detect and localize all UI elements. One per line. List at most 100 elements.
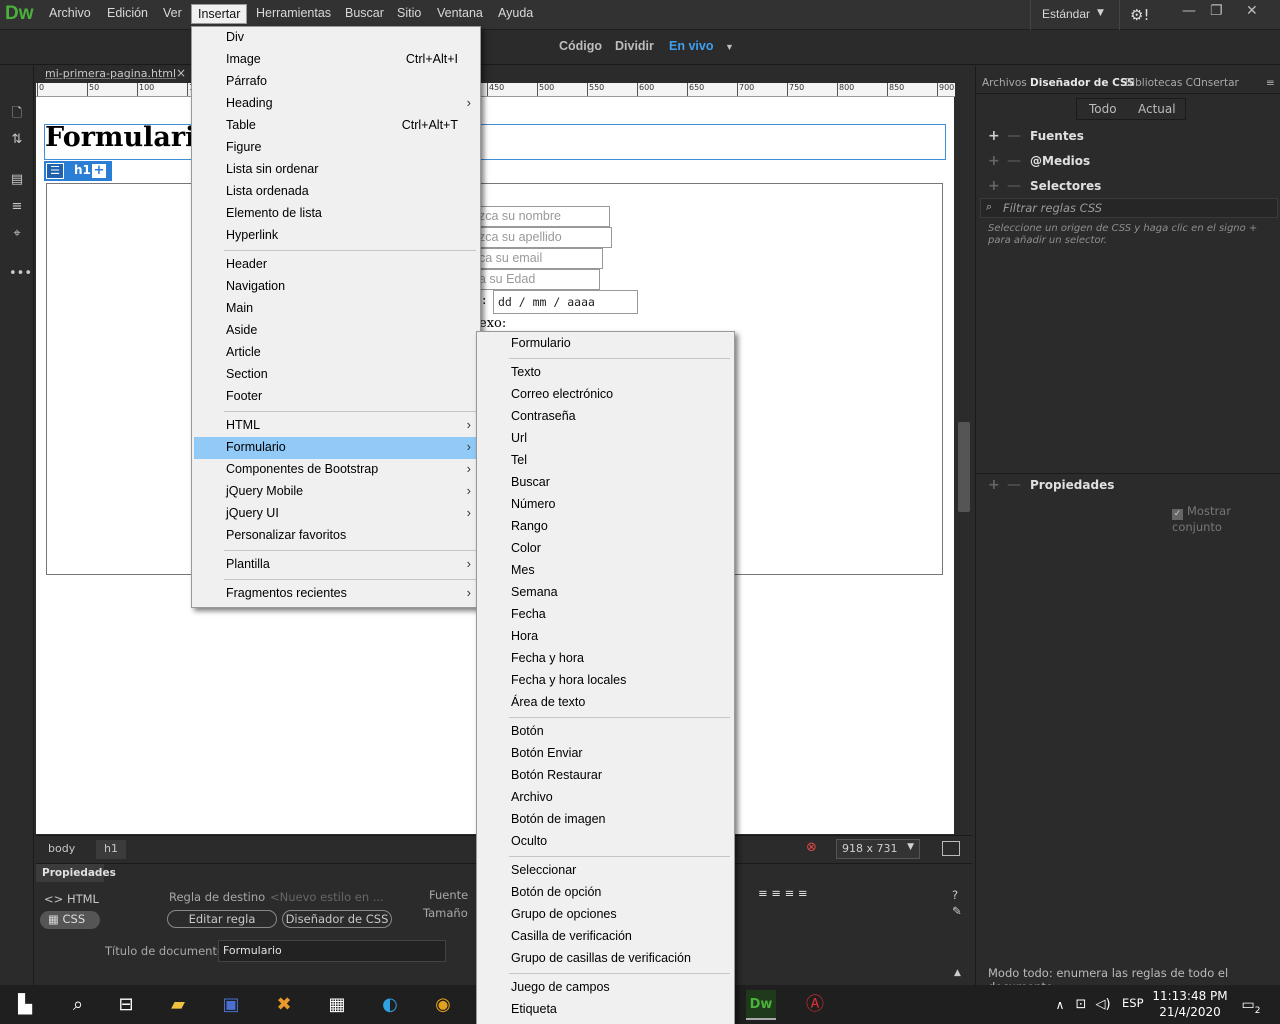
- volume-icon[interactable]: ◁): [1088, 990, 1118, 1020]
- view-dropdown-icon[interactable]: ▼: [725, 42, 734, 52]
- formulario-item-grupo-de-opciones[interactable]: Grupo de opciones: [479, 904, 732, 926]
- view-en-vivo-button[interactable]: En vivo: [669, 39, 713, 53]
- formulario-item-boton-restaurar[interactable]: Botón Restaurar: [479, 765, 732, 787]
- language-indicator[interactable]: ESP: [1122, 996, 1144, 1010]
- titulo-documento-input[interactable]: Formulario: [218, 940, 446, 962]
- formulario-item-boton-de-imagen[interactable]: Botón de imagen: [479, 809, 732, 831]
- canvas-scrollbar[interactable]: [955, 97, 972, 834]
- formulario-item-archivo[interactable]: Archivo: [479, 787, 732, 809]
- insertar-item-footer[interactable]: Footer: [194, 386, 478, 408]
- element-hud[interactable]: ☰ h1 +: [44, 161, 112, 181]
- formulario-item-hora[interactable]: Hora: [479, 626, 732, 648]
- insertar-item-navigation[interactable]: Navigation: [194, 276, 478, 298]
- formulario-item-mes[interactable]: Mes: [479, 560, 732, 582]
- search-icon[interactable]: ⌕: [63, 990, 93, 1020]
- mode-toggle[interactable]: Todo Actual: [1076, 98, 1186, 120]
- formulario-item-boton-de-opcion[interactable]: Botón de opción: [479, 882, 732, 904]
- apellido-input[interactable]: zca su apellido: [474, 227, 612, 248]
- insertar-item-lista-sin-ordenar[interactable]: Lista sin ordenar: [194, 159, 478, 181]
- insertar-item-html[interactable]: HTML ›: [194, 415, 478, 437]
- formulario-item-tel[interactable]: Tel: [479, 450, 732, 472]
- menu-sitio[interactable]: Sitio: [397, 6, 421, 20]
- task-view-icon[interactable]: ⊟: [111, 990, 141, 1020]
- insertar-item-parrafo[interactable]: Párrafo: [194, 71, 478, 93]
- insertar-item-elemento-de-lista[interactable]: Elemento de lista: [194, 203, 478, 225]
- h1-element[interactable]: Formulario: [44, 122, 946, 160]
- error-icon[interactable]: ⊗: [806, 840, 817, 855]
- window-size-select[interactable]: 918 x 731 ▼: [836, 839, 920, 859]
- insertar-item-lista-ordenada[interactable]: Lista ordenada: [194, 181, 478, 203]
- edad-input[interactable]: a su Edad: [474, 269, 600, 290]
- formulario-item-texto[interactable]: Texto: [479, 362, 732, 384]
- formulario-item-boton-enviar[interactable]: Botón Enviar: [479, 743, 732, 765]
- insertar-item-image[interactable]: Image Ctrl+Alt+I: [194, 49, 478, 71]
- insertar-item-table[interactable]: Table Ctrl+Alt+T: [194, 115, 478, 137]
- nombre-input[interactable]: zca su nombre: [474, 206, 610, 227]
- formulario-item-semana[interactable]: Semana: [479, 582, 732, 604]
- tab-insertar[interactable]: Insertar: [1198, 77, 1239, 89]
- panel-menu-icon[interactable]: ≡: [1266, 77, 1275, 89]
- more-tools-icon[interactable]: •••: [9, 266, 32, 282]
- inspect-icon[interactable]: ⌖: [9, 226, 25, 242]
- formulario-item-grupo-de-casillas-de-verificacion[interactable]: Grupo de casillas de verificación: [479, 948, 732, 970]
- menu-buscar[interactable]: Buscar: [345, 6, 384, 20]
- document-tab[interactable]: mi-primera-pagina.html ×: [36, 66, 196, 83]
- chrome-icon[interactable]: ◉: [428, 990, 458, 1020]
- insertar-item-article[interactable]: Article: [194, 342, 478, 364]
- menu-ver[interactable]: Ver: [163, 6, 182, 20]
- close-tab-icon[interactable]: ×: [176, 66, 186, 80]
- menu-ventana[interactable]: Ventana: [437, 6, 483, 20]
- add-source-icon[interactable]: +: [988, 128, 1000, 144]
- open-document-icon[interactable]: 🗋: [9, 104, 25, 121]
- menu-herramientas[interactable]: Herramientas: [256, 6, 331, 20]
- tag-selector-body[interactable]: body: [40, 840, 83, 859]
- xampp-icon[interactable]: ✖: [269, 990, 299, 1020]
- save-app-icon[interactable]: ▣: [216, 990, 246, 1020]
- formulario-item-oculto[interactable]: Oculto: [479, 831, 732, 853]
- formulario-item-area-de-texto[interactable]: Área de texto: [479, 692, 732, 714]
- regla-destino-select[interactable]: <Nuevo estilo en ...: [270, 890, 384, 904]
- insertar-item-div[interactable]: Div: [194, 27, 478, 49]
- formulario-item-buscar[interactable]: Buscar: [479, 472, 732, 494]
- notifications-icon[interactable]: ▭2: [1236, 990, 1266, 1020]
- menu-ayuda[interactable]: Ayuda: [498, 6, 533, 20]
- remove-media-icon[interactable]: —: [1007, 153, 1021, 169]
- collapse-panel-icon[interactable]: ▲: [954, 968, 961, 978]
- formulario-item-url[interactable]: Url: [479, 428, 732, 450]
- formulario-item-correo-electronico[interactable]: Correo electrónico: [479, 384, 732, 406]
- insertar-item-componentes-de-bootstrap[interactable]: Componentes de Bootstrap ›: [194, 459, 478, 481]
- start-icon[interactable]: ▙: [10, 990, 40, 1020]
- section-fuentes[interactable]: + — Fuentes: [976, 125, 1280, 149]
- mostrar-conjunto-checkbox[interactable]: ✓ Mostrar conjunto: [1172, 504, 1280, 534]
- section-propiedades[interactable]: + — Propiedades: [976, 473, 1280, 497]
- insertar-item-figure[interactable]: Figure: [194, 137, 478, 159]
- formulario-item-etiqueta[interactable]: Etiqueta: [479, 999, 732, 1021]
- filter-css-input[interactable]: ⌕ Filtrar reglas CSS: [980, 198, 1278, 218]
- help-icon[interactable]: ?: [952, 888, 958, 902]
- properties-tab[interactable]: Propiedades: [36, 864, 116, 882]
- minimize-icon[interactable]: —: [1182, 3, 1196, 19]
- tag-selector-h1[interactable]: h1: [96, 840, 126, 859]
- view-dividir-button[interactable]: Dividir: [615, 39, 654, 53]
- app-red-icon[interactable]: Ⓐ: [800, 990, 830, 1020]
- tab-archivos[interactable]: Archivos: [982, 77, 1027, 89]
- formulario-item-juego-de-campos[interactable]: Juego de campos: [479, 977, 732, 999]
- tab-disenador-css[interactable]: Diseñador de CSS: [1030, 77, 1135, 89]
- add-media-icon[interactable]: +: [988, 153, 1000, 169]
- insertar-item-fragmentos-recientes[interactable]: Fragmentos recientes ›: [194, 583, 478, 605]
- html-mode-toggle[interactable]: <> HTML: [44, 892, 99, 906]
- formulario-item-casilla-de-verificacion[interactable]: Casilla de verificación: [479, 926, 732, 948]
- menu-edicion[interactable]: Edición: [107, 6, 148, 20]
- device-preview-icon[interactable]: [942, 841, 960, 856]
- formulario-item-fecha-y-hora[interactable]: Fecha y hora: [479, 648, 732, 670]
- formulario-item-rango[interactable]: Rango: [479, 516, 732, 538]
- menu-insertar[interactable]: Insertar: [191, 4, 248, 24]
- fecha-input[interactable]: dd / mm / aaaa: [493, 290, 638, 314]
- insertar-item-plantilla[interactable]: Plantilla ›: [194, 554, 478, 576]
- scrollbar-thumb[interactable]: [958, 422, 970, 512]
- add-property-icon[interactable]: +: [988, 477, 1000, 493]
- formulario-item-formulario[interactable]: Formulario: [479, 333, 732, 355]
- insertar-item-main[interactable]: Main: [194, 298, 478, 320]
- insertar-item-aside[interactable]: Aside: [194, 320, 478, 342]
- disenador-css-button[interactable]: Diseñador de CSS: [282, 910, 392, 928]
